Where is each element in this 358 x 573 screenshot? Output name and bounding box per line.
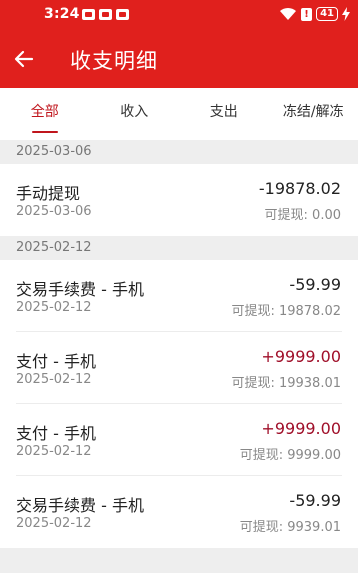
notification-icons (82, 9, 129, 20)
transaction-row[interactable]: 支付 - 手机 2025-02-12 +9999.00 可提现: 19938.0… (0, 332, 358, 404)
date-header: 2025-03-06 (0, 140, 358, 164)
transaction-balance: 可提现: 9939.01 (239, 520, 341, 535)
date-header: 2025-02-12 (0, 236, 358, 260)
battery-icon: 41 (316, 7, 338, 21)
transaction-date: 2025-03-06 (16, 204, 92, 219)
transaction-balance: 可提现: 9999.00 (239, 448, 341, 463)
alert-icon: ! (301, 7, 313, 21)
notification-icon (82, 9, 95, 20)
transaction-amount: -19878.02 (258, 179, 341, 198)
transaction-row[interactable]: 交易手续费 - 手机 2025-02-12 -59.99 可提现: 19878.… (0, 260, 358, 332)
transaction-balance: 可提现: 19938.01 (231, 376, 341, 391)
tab-all[interactable]: 全部 (0, 88, 90, 140)
page-title: 收支明细 (70, 49, 158, 73)
transaction-balance: 可提现: 0.00 (264, 208, 341, 223)
list-bottom-spacer (0, 548, 358, 573)
transaction-title: 交易手续费 - 手机 (16, 496, 144, 515)
tab-expense[interactable]: 支出 (179, 88, 269, 140)
wifi-icon (280, 7, 297, 20)
transaction-amount: -59.99 (289, 491, 341, 510)
status-bar: 3:24 ! 41 (0, 0, 358, 30)
transaction-title: 手动提现 (16, 184, 81, 203)
tab-freeze[interactable]: 冻结/解冻 (269, 88, 358, 140)
charging-icon (342, 7, 350, 21)
transaction-row[interactable]: 支付 - 手机 2025-02-12 +9999.00 可提现: 9999.00 (0, 404, 358, 476)
notification-icon (116, 9, 129, 20)
app-bar: 收支明细 (0, 30, 358, 88)
transaction-balance: 可提现: 19878.02 (231, 304, 341, 319)
transaction-row[interactable]: 交易手续费 - 手机 2025-02-12 -59.99 可提现: 9939.0… (0, 476, 358, 548)
transaction-date: 2025-02-12 (16, 444, 92, 459)
transaction-row[interactable]: 手动提现 2025-03-06 -19878.02 可提现: 0.00 (0, 164, 358, 236)
filter-tabs: 全部 收入 支出 冻结/解冻 (0, 88, 358, 140)
status-indicators: ! 41 (279, 7, 350, 21)
transaction-date: 2025-02-12 (16, 372, 92, 387)
transaction-title: 支付 - 手机 (16, 424, 96, 443)
transaction-title: 支付 - 手机 (16, 352, 96, 371)
tab-income[interactable]: 收入 (90, 88, 180, 140)
transaction-amount: +9999.00 (261, 419, 341, 438)
transaction-amount: -59.99 (289, 275, 341, 294)
transaction-list: 2025-03-06 手动提现 2025-03-06 -19878.02 可提现… (0, 140, 358, 573)
notification-icon (99, 9, 112, 20)
back-arrow-icon[interactable] (12, 47, 36, 71)
status-time: 3:24 (44, 6, 80, 22)
transaction-date: 2025-02-12 (16, 300, 92, 315)
transaction-date: 2025-02-12 (16, 516, 92, 531)
transaction-amount: +9999.00 (261, 347, 341, 366)
transaction-title: 交易手续费 - 手机 (16, 280, 144, 299)
